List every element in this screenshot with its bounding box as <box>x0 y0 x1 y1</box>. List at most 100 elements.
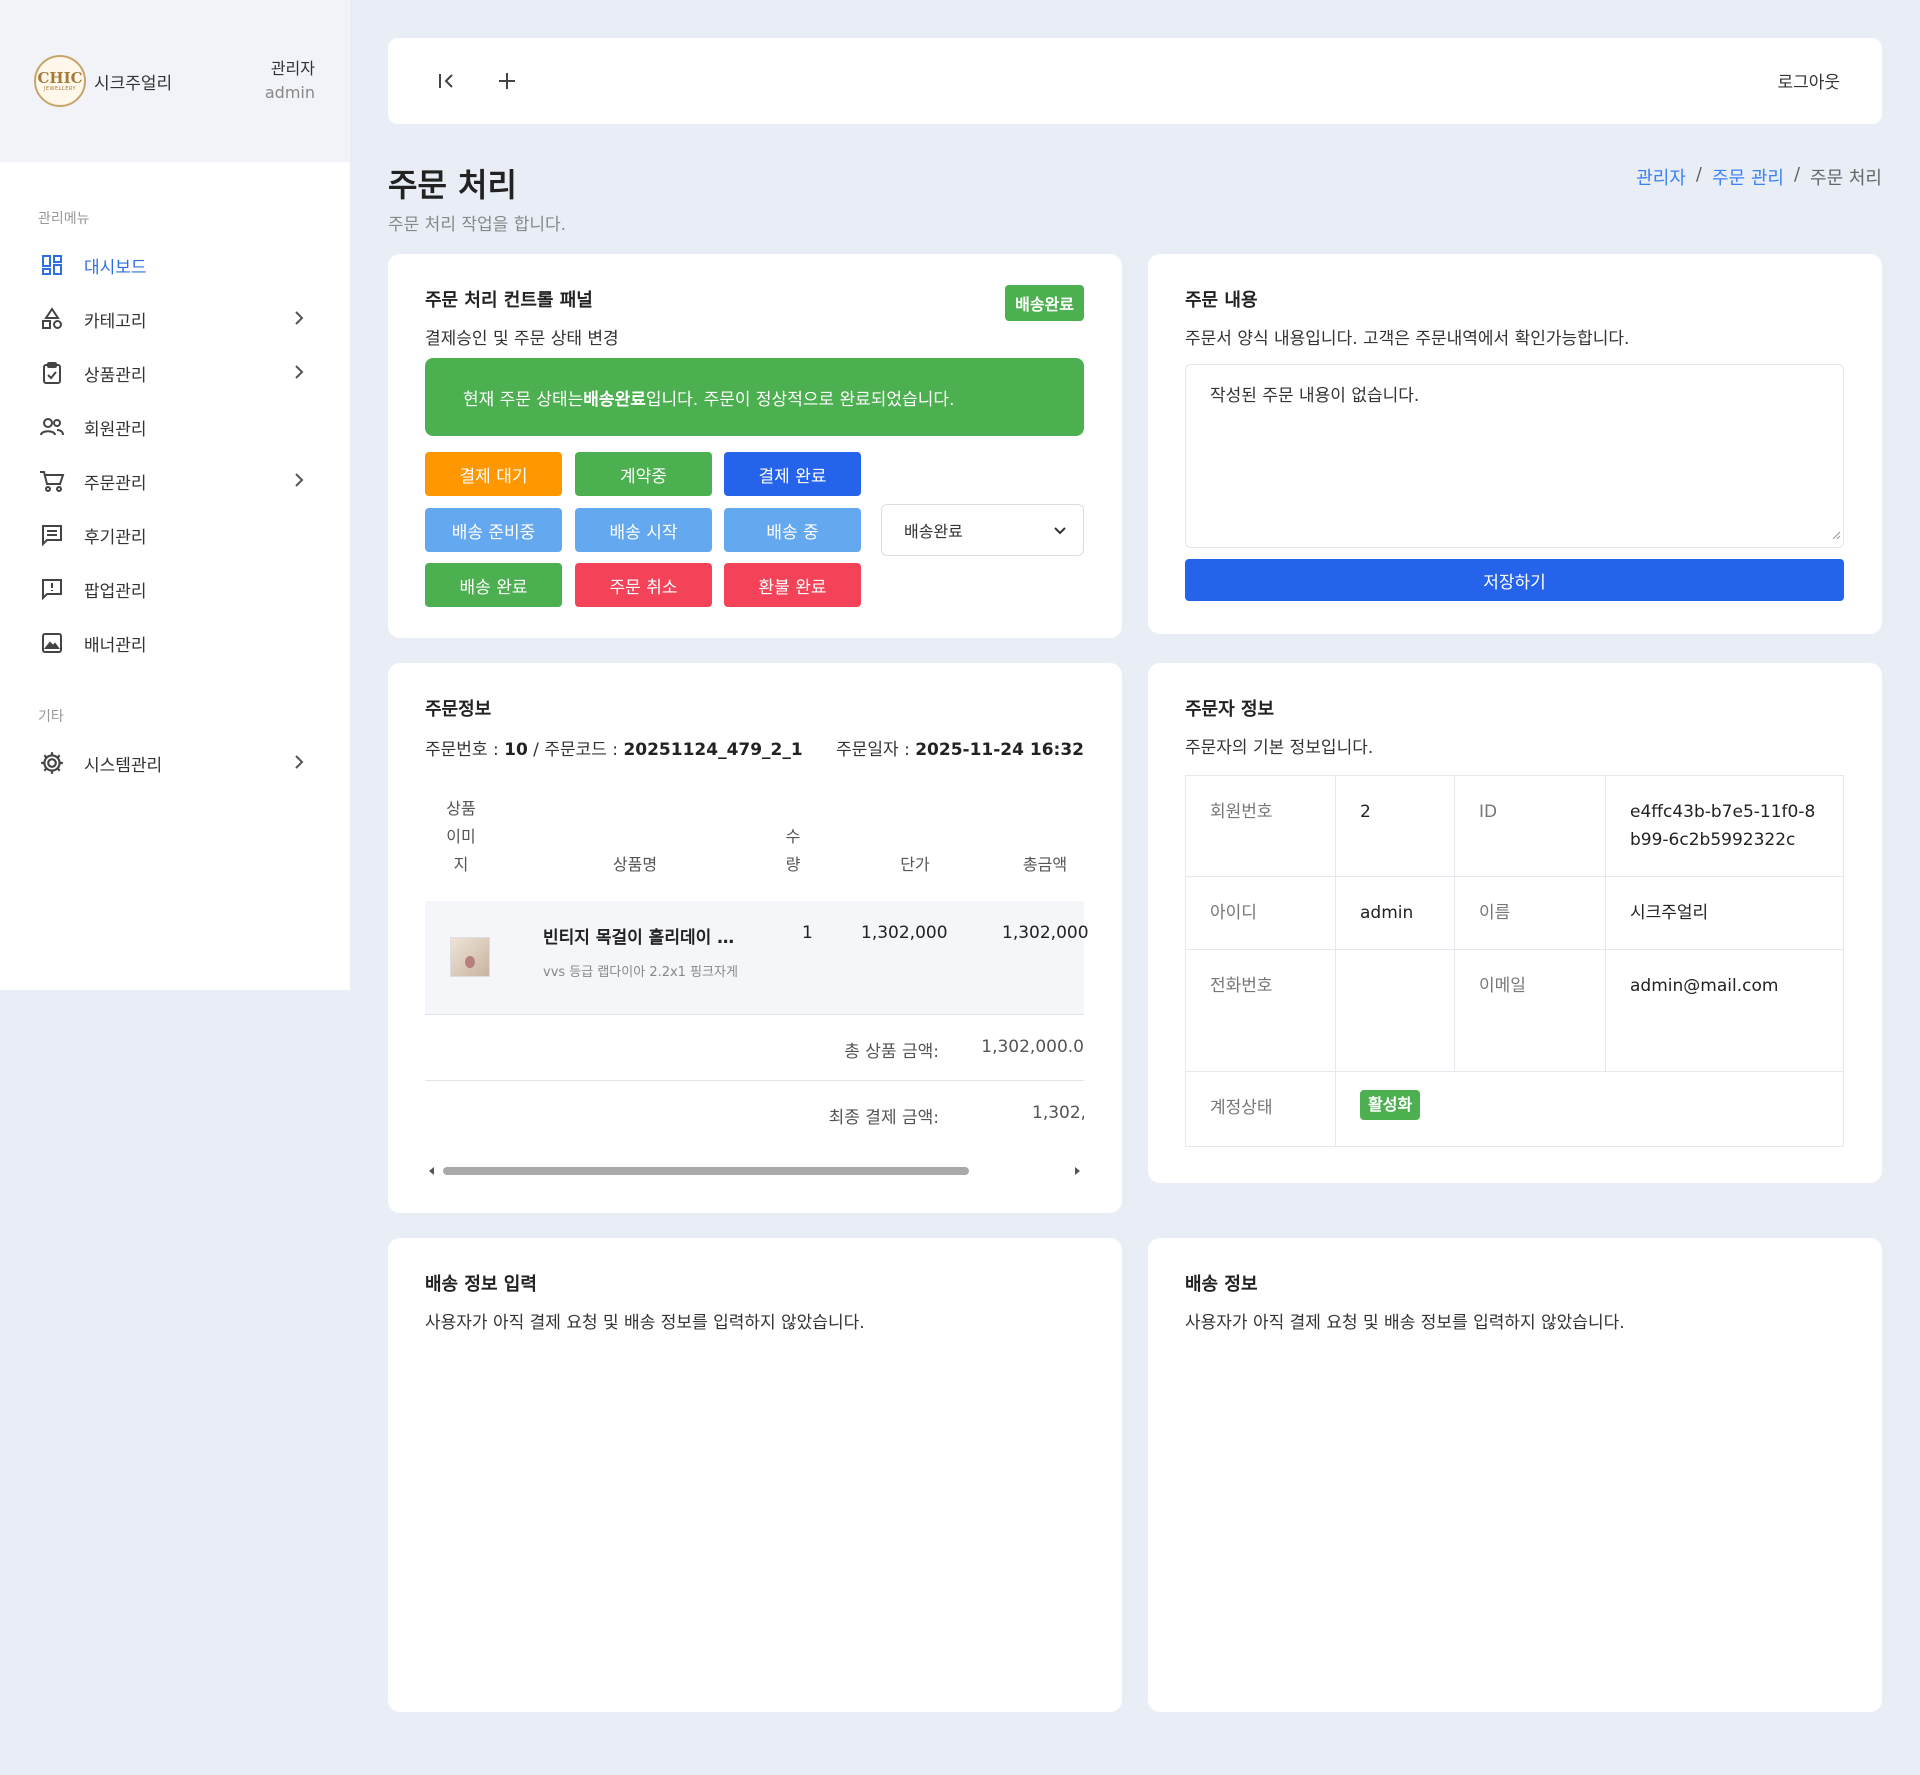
brand-logo[interactable]: CHIC JEWELLERY <box>34 55 86 107</box>
other-menu: 시스템관리 <box>0 736 350 790</box>
status-select[interactable]: 배송완료 <box>881 504 1084 556</box>
sidebar-item-label: 카테고리 <box>84 311 147 332</box>
card-title: 주문 처리 컨트롤 패널 <box>425 290 593 311</box>
main-menu: 대시보드 카테고리 상품관리 회원관리 주문관리 후기관리 팝업관리 배너관리 <box>0 238 350 670</box>
sidebar-item-orders[interactable]: 주문관리 <box>0 454 350 508</box>
table-row: 아이디 admin 이름 시크주얼리 <box>1185 876 1844 950</box>
chevron-down-icon <box>1051 521 1069 543</box>
sidebar-item-label: 회원관리 <box>84 419 147 440</box>
popup-icon <box>38 575 66 603</box>
sidebar-item-system[interactable]: 시스템관리 <box>0 736 350 790</box>
brand-name: 시크주얼리 <box>94 73 173 94</box>
members-icon <box>38 413 66 441</box>
logo-text: CHIC <box>37 68 83 87</box>
subtotal-row: 총 상품 금액: 1,302,000.0 <box>425 1015 1084 1081</box>
page-subtitle: 주문 처리 작업을 합니다. <box>388 215 567 235</box>
alert-suffix: 입니다. 주문이 정상적으로 완료되었습니다. <box>645 389 955 410</box>
product-thumbnail[interactable] <box>450 937 490 977</box>
status-alert: 현재 주문 상태는 배송완료 입니다. 주문이 정상적으로 완료되었습니다. <box>425 358 1084 436</box>
sidebar-item-banners[interactable]: 배너관리 <box>0 616 350 670</box>
sidebar-item-label: 후기관리 <box>84 527 147 548</box>
card-title: 배송 정보 <box>1185 1274 1258 1295</box>
status-button-in-transit[interactable]: 배송 중 <box>724 508 861 552</box>
admin-profile: 관리자 admin <box>265 55 315 102</box>
column-header-price: 단가 <box>900 855 930 874</box>
table-row: 전화번호 이메일 admin@mail.com <box>1185 949 1844 1072</box>
final-total-value: 1,302,000 <box>1032 1103 1084 1123</box>
resize-grip-icon[interactable] <box>1831 525 1841 545</box>
scrollbar-thumb[interactable] <box>443 1167 969 1175</box>
logout-link[interactable]: 로그아웃 <box>1777 68 1840 93</box>
product-name[interactable]: 빈티지 목걸이 홀리데이 2... <box>543 923 743 948</box>
admin-role: 관리자 <box>270 59 315 78</box>
phone-label: 전화번호 <box>1185 949 1336 1072</box>
admin-id: admin <box>264 83 315 102</box>
member-no-label: 회원번호 <box>1185 775 1336 877</box>
subtotal-label: 총 상품 금액: <box>844 1042 939 1062</box>
sidebar-item-reviews[interactable]: 후기관리 <box>0 508 350 562</box>
collapse-sidebar-button[interactable] <box>432 66 462 96</box>
status-button-cancel-order[interactable]: 주문 취소 <box>575 563 712 607</box>
card-title: 배송 정보 입력 <box>425 1274 537 1295</box>
buyer-info-card: 주문자 정보 주문자의 기본 정보입니다. 회원번호 2 ID e4ffc43b… <box>1148 663 1882 1183</box>
shipping-input-card: 배송 정보 입력 사용자가 아직 결제 요청 및 배송 정보를 입력하지 않았습… <box>388 1238 1122 1712</box>
chevron-right-icon <box>292 363 306 385</box>
sidebar-item-category[interactable]: 카테고리 <box>0 292 350 346</box>
breadcrumb-admin[interactable]: 관리자 <box>1636 164 1686 190</box>
card-subtitle: 사용자가 아직 결제 요청 및 배송 정보를 입력하지 않았습니다. <box>425 1313 865 1333</box>
plus-icon <box>499 73 515 89</box>
id-value: e4ffc43b-b7e5-11f0-8b99-6c2b5992322c <box>1605 775 1844 877</box>
product-total: 1,302,000 <box>1002 923 1089 943</box>
brand-header: CHIC JEWELLERY 시크주얼리 관리자 admin <box>0 0 350 162</box>
status-button-delivered[interactable]: 배송 완료 <box>425 563 562 607</box>
breadcrumb-order-management[interactable]: 주문 관리 <box>1712 164 1784 190</box>
order-control-panel: 주문 처리 컨트롤 패널 결제승인 및 주문 상태 변경 배송완료 현재 주문 … <box>388 254 1122 638</box>
shipping-info-card: 배송 정보 사용자가 아직 결제 요청 및 배송 정보를 입력하지 않았습니다. <box>1148 1238 1882 1712</box>
id-label: ID <box>1454 775 1606 877</box>
column-header-qty: 수 량 <box>785 827 801 874</box>
table-row[interactable]: 빈티지 목걸이 홀리데이 2... vvs 등급 랩다이아 2.2x1 핑크자게… <box>425 901 1089 1015</box>
sidebar-item-dashboard[interactable]: 대시보드 <box>0 238 350 292</box>
product-description: vvs 등급 랩다이아 2.2x1 핑크자게 <box>543 965 738 980</box>
status-button-contracting[interactable]: 계약중 <box>575 452 712 496</box>
status-button-payment-complete[interactable]: 결제 완료 <box>724 452 861 496</box>
card-subtitle: 사용자가 아직 결제 요청 및 배송 정보를 입력하지 않았습니다. <box>1185 1313 1625 1333</box>
order-content-card: 주문 내용 주문서 양식 내용입니다. 고객은 주문내역에서 확인가능합니다. … <box>1148 254 1882 634</box>
status-badge: 배송완료 <box>1005 285 1084 321</box>
chevron-right-icon <box>292 753 306 775</box>
sidebar-item-label: 상품관리 <box>84 365 147 386</box>
userid-value: admin <box>1335 876 1455 950</box>
dashboard-icon <box>38 251 66 279</box>
status-button-shipping-start[interactable]: 배송 시작 <box>575 508 712 552</box>
save-button[interactable]: 저장하기 <box>1185 559 1844 601</box>
add-tab-button[interactable] <box>492 66 522 96</box>
sidebar-item-popups[interactable]: 팝업관리 <box>0 562 350 616</box>
status-button-shipping-prep[interactable]: 배송 준비중 <box>425 508 562 552</box>
status-button-payment-pending[interactable]: 결제 대기 <box>425 452 562 496</box>
order-no: 10 <box>504 740 528 760</box>
card-subtitle: 결제승인 및 주문 상태 변경 <box>425 329 619 349</box>
sidebar-item-label: 주문관리 <box>84 473 147 494</box>
order-no-label: 주문번호 : <box>425 740 505 760</box>
column-header-total: 총금액 <box>1022 855 1068 874</box>
status-button-refund-complete[interactable]: 환불 완료 <box>724 563 861 607</box>
breadcrumb: 관리자 / 주문 관리 / 주문 처리 <box>1636 164 1882 190</box>
phone-value <box>1335 949 1455 1072</box>
card-title: 주문 내용 <box>1185 290 1258 311</box>
userid-label: 아이디 <box>1185 876 1336 950</box>
sidebar-item-products[interactable]: 상품관리 <box>0 346 350 400</box>
final-total-label: 최종 결제 금액: <box>828 1108 939 1128</box>
table-row: 회원번호 2 ID e4ffc43b-b7e5-11f0-8b99-6c2b59… <box>1185 775 1844 877</box>
order-code-label: 주문코드 : <box>544 740 624 760</box>
menu-section-other: 기타 <box>38 709 64 725</box>
horizontal-scrollbar[interactable] <box>425 1163 1084 1179</box>
order-content-textarea[interactable]: 작성된 주문 내용이 없습니다. <box>1185 364 1844 548</box>
column-header-image: 상품 이미 지 <box>446 799 476 874</box>
category-icon <box>38 305 66 333</box>
scroll-left-arrow-icon[interactable] <box>429 1167 434 1175</box>
scroll-right-arrow-icon[interactable] <box>1075 1167 1080 1175</box>
order-date: 2025-11-24 16:32 <box>915 740 1084 760</box>
sidebar-item-members[interactable]: 회원관리 <box>0 400 350 454</box>
topbar: 로그아웃 <box>388 38 1882 124</box>
product-clipboard-icon <box>38 359 66 387</box>
